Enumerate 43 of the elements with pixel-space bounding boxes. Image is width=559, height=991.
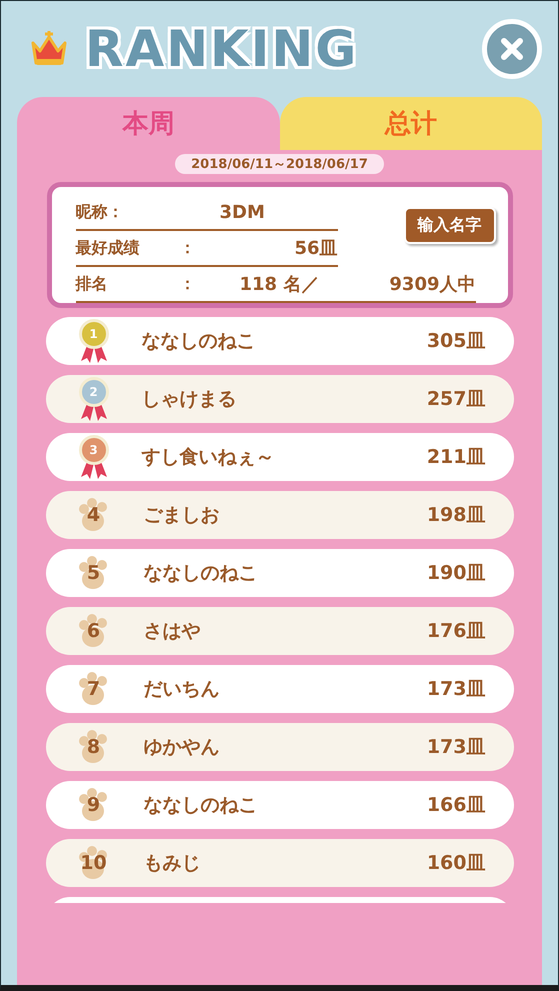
- player-name: ななしのねこ: [144, 561, 258, 586]
- player-name: だいちん: [144, 677, 220, 702]
- player-score: 211皿: [426, 445, 486, 470]
- nickname-value: 3DM: [220, 202, 265, 222]
- player-name: さはや: [144, 619, 200, 644]
- title: RANKING: [85, 20, 358, 78]
- total-players: 9309人中: [389, 273, 476, 296]
- player-name: ななしのねこ: [144, 793, 258, 818]
- rank-number: 9: [86, 794, 100, 816]
- player-name: ななしのねこ: [142, 329, 256, 354]
- player-score: 173皿: [426, 677, 486, 702]
- enter-name-button[interactable]: 输入名字: [404, 207, 496, 244]
- rank-number: 7: [86, 678, 100, 700]
- rank-number: 5: [86, 562, 100, 584]
- player-name: すし食いねぇ～: [142, 445, 274, 470]
- rank-number: 1: [89, 327, 98, 341]
- rank-label: 排名: [76, 274, 108, 294]
- nickname-label: 昵称：: [76, 202, 124, 222]
- best-score-label: 最好成绩: [76, 238, 140, 258]
- tab[interactable]: 本周: [17, 97, 280, 150]
- date-range: 2018/06/11～2018/06/17: [175, 154, 384, 174]
- rank-number: 4: [86, 504, 100, 526]
- player-score: 173皿: [426, 735, 486, 760]
- tab[interactable]: 总计: [280, 97, 542, 150]
- player-score: 166皿: [426, 793, 486, 818]
- player-score: 176皿: [426, 619, 486, 644]
- player-name: しゃけまる: [142, 387, 236, 412]
- colon: ：: [180, 274, 196, 294]
- rank-number: 6: [86, 620, 100, 642]
- player-name: ゆかやん: [144, 735, 220, 760]
- colon: ：: [180, 238, 196, 258]
- best-score-value: 56皿: [294, 237, 338, 260]
- player-score: 305皿: [426, 329, 486, 354]
- rank-number: 8: [86, 736, 100, 758]
- rank-number: 3: [89, 443, 98, 457]
- player-score: 160皿: [426, 851, 486, 876]
- player-name: もみじ: [144, 851, 200, 876]
- player-score: 257皿: [426, 387, 486, 412]
- rank-value: 118 名／: [240, 273, 320, 296]
- player-name: ごましお: [144, 503, 220, 528]
- rank-number: 2: [89, 385, 98, 399]
- player-score: 198皿: [426, 503, 486, 528]
- player-score: 190皿: [426, 561, 486, 586]
